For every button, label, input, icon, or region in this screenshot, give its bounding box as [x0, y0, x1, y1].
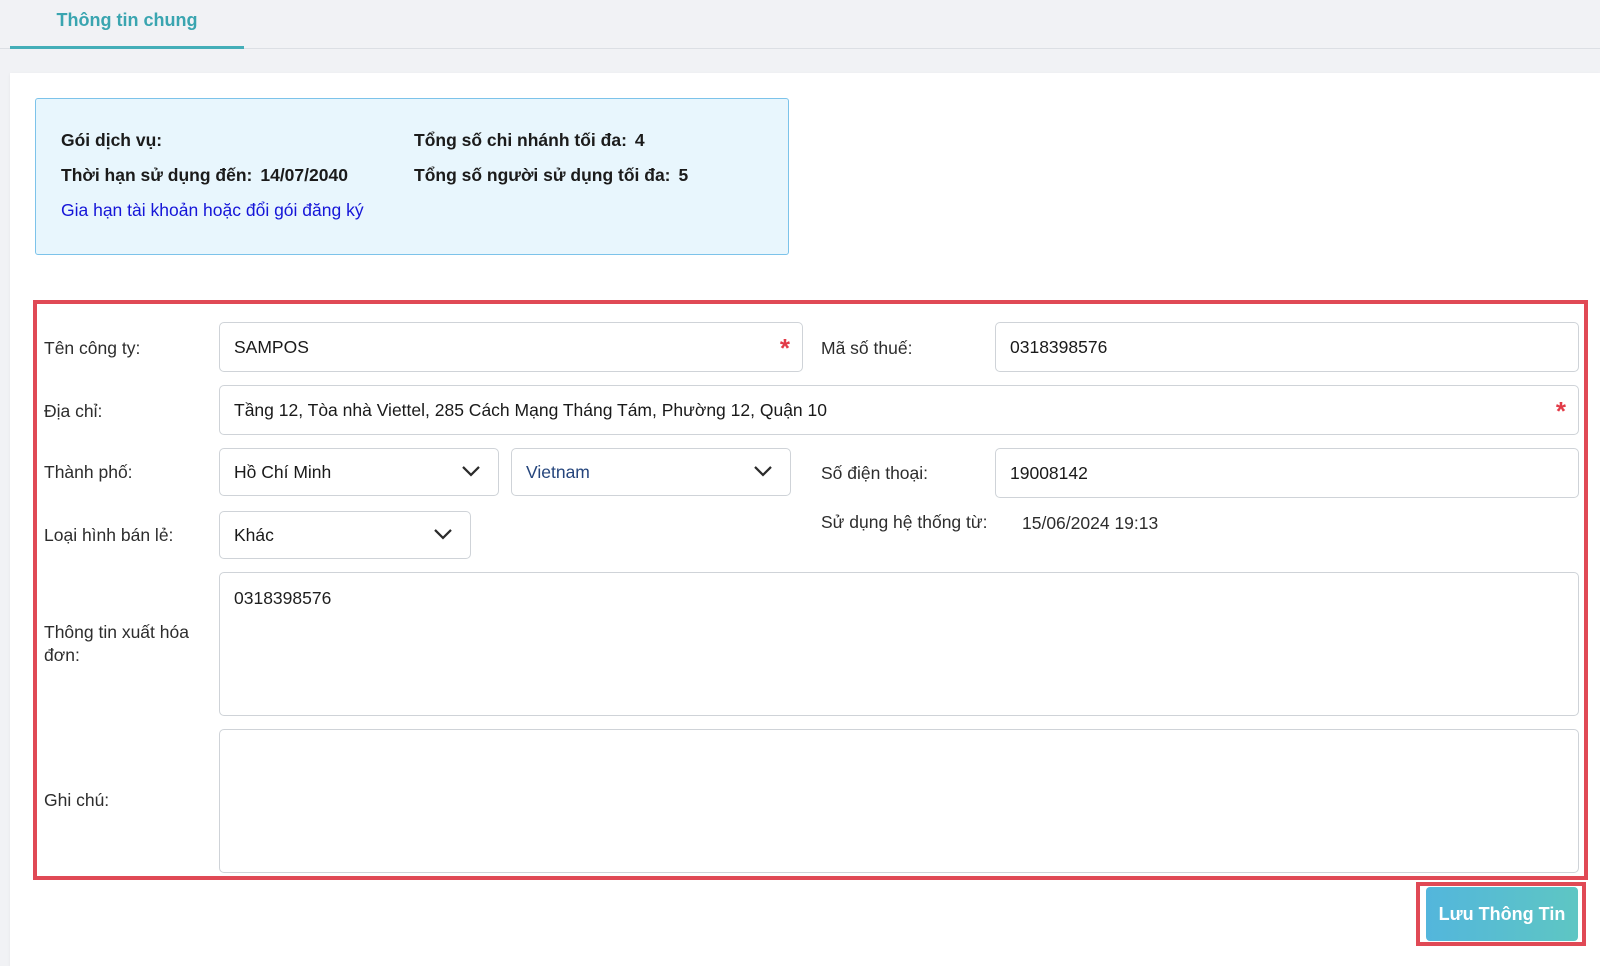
address-label: Địa chỉ:	[44, 401, 103, 421]
expiry-label: Thời hạn sử dụng đến:	[61, 165, 253, 185]
asterisk-icon: *	[1555, 396, 1566, 427]
notes-textarea[interactable]	[219, 729, 1579, 873]
company-name-label: Tên công ty:	[44, 338, 141, 358]
max-users-label: Tổng số người sử dụng tối đa:	[414, 165, 671, 185]
save-button[interactable]: Lưu Thông Tin	[1426, 887, 1578, 941]
expiry-value: 14/07/2040	[260, 165, 348, 185]
company-name-value: SAMPOS	[234, 336, 309, 357]
max-branches-row: Tổng số chi nhánh tối đa: 4	[414, 130, 645, 151]
max-branches-value: 4	[634, 130, 645, 150]
address-field[interactable]: Tầng 12, Tòa nhà Viettel, 285 Cách Mạng …	[219, 385, 1579, 435]
city-label: Thành phố:	[44, 462, 133, 482]
retail-type-label: Loại hình bán lẻ:	[44, 525, 174, 545]
address-value: Tầng 12, Tòa nhà Viettel, 285 Cách Mạng …	[234, 399, 827, 420]
max-users-value: 5	[678, 165, 689, 185]
phone-label: Số điện thoại:	[821, 463, 929, 483]
notes-label: Ghi chú:	[44, 790, 110, 810]
invoice-info-label: Thông tin xuất hóa đơn:	[44, 622, 189, 665]
tax-code-value: 0318398576	[1010, 336, 1108, 357]
chevron-down-icon	[754, 466, 772, 477]
subscription-info-box: Gói dịch vụ: Thời hạn sử dụng đến: 14/07/…	[35, 98, 789, 255]
tab-general-info[interactable]: Thông tin chung	[10, 0, 244, 49]
retail-type-select[interactable]: Khác	[219, 511, 471, 559]
retail-type-value: Khác	[234, 524, 274, 545]
max-branches-label: Tổng số chi nhánh tối đa:	[414, 130, 627, 150]
phone-value: 19008142	[1010, 462, 1088, 483]
max-users-row: Tổng số người sử dụng tối đa: 5	[414, 165, 688, 186]
renew-subscription-link[interactable]: Gia hạn tài khoản hoặc đổi gói đăng ký	[61, 200, 364, 221]
country-select[interactable]: Vietnam	[511, 448, 791, 496]
expiry-row: Thời hạn sử dụng đến: 14/07/2040	[61, 165, 348, 186]
tax-code-field[interactable]: 0318398576	[995, 322, 1579, 372]
since-label: Sử dụng hệ thống từ:	[821, 512, 988, 532]
city-select[interactable]: Hồ Chí Minh	[219, 448, 499, 496]
asterisk-icon: *	[779, 333, 790, 364]
tax-code-label: Mã số thuế:	[821, 338, 913, 358]
package-label: Gói dịch vụ:	[61, 130, 163, 150]
since-value: 15/06/2024 19:13	[1022, 513, 1159, 533]
company-name-field[interactable]: SAMPOS *	[219, 322, 803, 372]
tab-bar: Thông tin chung	[0, 0, 1600, 49]
invoice-info-textarea[interactable]: 0318398576	[219, 572, 1579, 716]
package-row: Gói dịch vụ:	[61, 130, 170, 151]
city-value: Hồ Chí Minh	[234, 461, 332, 482]
chevron-down-icon	[462, 466, 480, 477]
chevron-down-icon	[434, 529, 452, 540]
phone-field[interactable]: 19008142	[995, 448, 1579, 498]
country-value: Vietnam	[526, 461, 590, 482]
